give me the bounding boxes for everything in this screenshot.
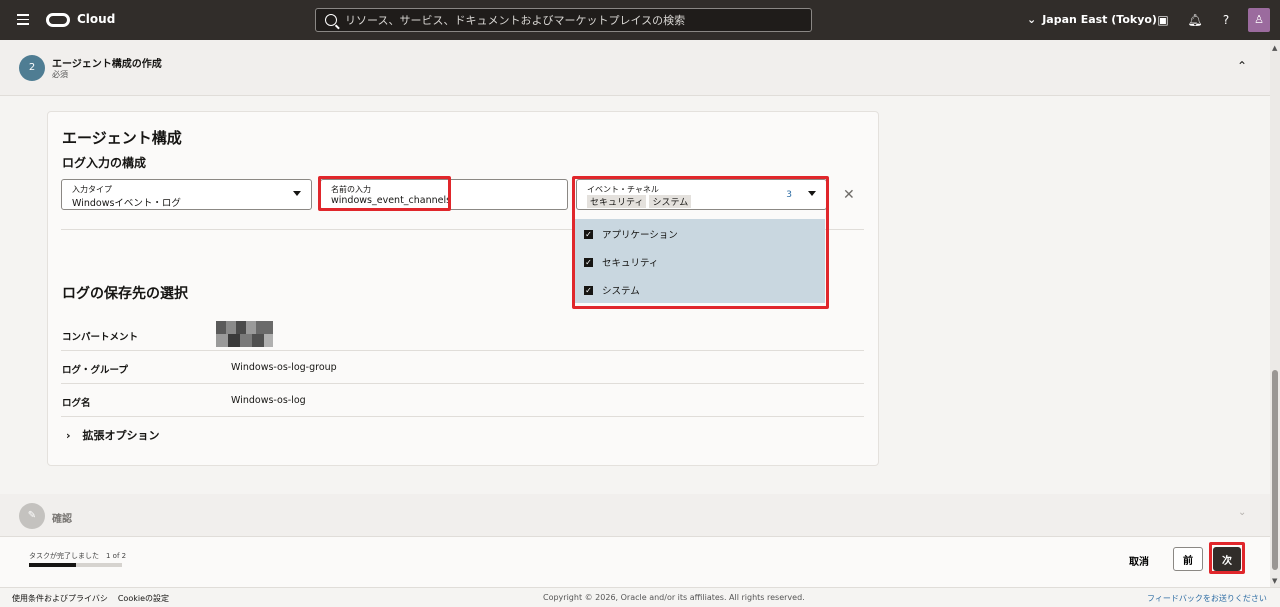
step-2-header[interactable]: 2 エージェント構成の作成 必須 ⌃ <box>0 40 1270 96</box>
step-number-badge: 2 <box>19 55 45 81</box>
cancel-button[interactable]: 取消 <box>1129 553 1149 568</box>
terms-link[interactable]: 使用条件およびプライバシ <box>12 594 108 603</box>
page-footer: 使用条件およびプライバシ Cookieの設定 Copyright © 2026, … <box>0 587 1280 607</box>
hamburger-menu-icon[interactable] <box>17 14 29 25</box>
oracle-logo-icon[interactable] <box>46 13 70 27</box>
user-avatar-icon[interactable]: ♙ <box>1248 8 1270 32</box>
progress-text: タスクが完了しました 1 of 2 <box>29 552 127 560</box>
step-required-label: 必須 <box>52 70 68 79</box>
highlight-box-name <box>318 176 451 211</box>
input-type-label: 入力タイプ <box>72 185 112 194</box>
cookie-settings-link[interactable]: Cookieの設定 <box>118 594 169 603</box>
progress-bar <box>29 563 122 567</box>
search-bar[interactable] <box>315 8 812 32</box>
advanced-options-toggle[interactable]: › 拡張オプション <box>66 427 160 443</box>
region-label: Japan East (Tokyo) <box>1042 13 1157 26</box>
scroll-down-icon[interactable]: ▼ <box>1272 577 1277 585</box>
redacted-compartment-image <box>216 321 273 347</box>
chevron-down-icon: ⌄ <box>1027 13 1037 26</box>
step-title: エージェント構成の作成 <box>52 59 162 70</box>
help-icon[interactable]: ? <box>1218 12 1234 28</box>
top-navigation-bar: Cloud ⌄ Japan East (Tokyo) ▣ 🔔︎ ? ♙ <box>0 0 1280 40</box>
log-group-label: ログ・グループ <box>62 365 128 376</box>
highlight-box-next <box>1209 542 1245 574</box>
highlight-box-channel <box>572 176 829 309</box>
compartment-label: コンパートメント <box>62 332 139 343</box>
divider <box>61 350 864 351</box>
brand-name: Cloud <box>77 12 116 26</box>
scroll-up-icon[interactable]: ▲ <box>1272 44 1277 52</box>
bell-icon[interactable]: 🔔︎ <box>1187 12 1203 28</box>
cloud-shell-icon[interactable]: ▣ <box>1155 12 1171 28</box>
chevron-right-icon: › <box>66 429 71 442</box>
destination-heading: ログの保存先の選択 <box>62 286 188 302</box>
previous-button[interactable]: 前 <box>1173 547 1203 571</box>
chevron-down-icon[interactable]: ⌄ <box>1238 507 1246 518</box>
pencil-icon: ✎ <box>19 503 45 529</box>
confirm-step-title: 確認 <box>52 514 72 525</box>
scrollbar-thumb[interactable] <box>1272 370 1278 570</box>
progress-fill <box>29 563 76 567</box>
step-3-header[interactable]: ✎ 確認 ⌄ <box>0 494 1270 536</box>
log-input-heading: ログ入力の構成 <box>62 156 147 170</box>
log-name-value: Windows-os-log <box>231 395 306 406</box>
copyright-text: Copyright © 2026, Oracle and/or its affi… <box>543 593 805 602</box>
chevron-up-icon[interactable]: ⌃ <box>1237 59 1247 73</box>
search-input[interactable] <box>345 13 805 27</box>
region-selector[interactable]: ⌄ Japan East (Tokyo) <box>1027 13 1157 26</box>
caret-down-icon <box>293 191 301 196</box>
divider <box>61 383 864 384</box>
wizard-action-bar: タスクが完了しました 1 of 2 取消 前 次 <box>0 536 1270 587</box>
search-icon <box>325 14 337 26</box>
input-type-value: Windowsイベント・ログ <box>72 198 181 209</box>
log-group-value: Windows-os-log-group <box>231 362 337 373</box>
feedback-link[interactable]: フィードバックをお送りください <box>1147 593 1267 604</box>
input-type-select[interactable]: 入力タイプ Windowsイベント・ログ <box>61 179 312 210</box>
page-scrollbar[interactable]: ▲ ▼ <box>1270 40 1280 587</box>
divider <box>61 416 864 417</box>
card-title: エージェント構成 <box>62 129 182 147</box>
remove-row-icon[interactable]: ✕ <box>843 187 855 203</box>
advanced-options-label: 拡張オプション <box>82 429 160 442</box>
log-name-label: ログ名 <box>62 398 91 409</box>
